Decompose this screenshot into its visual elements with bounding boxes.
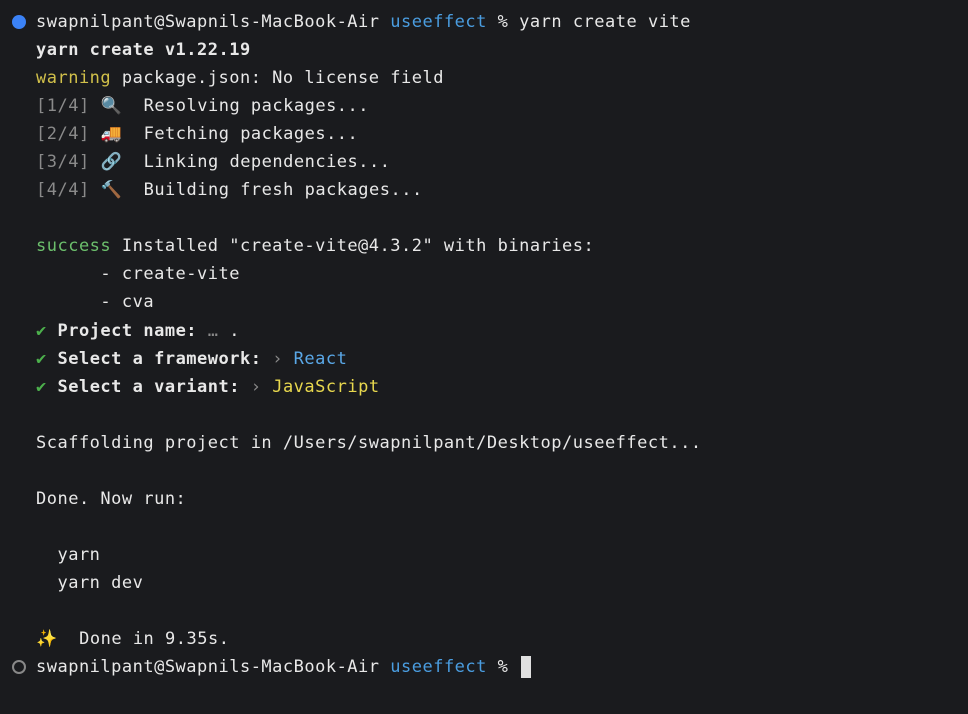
warning-text: package.json: No license field	[111, 68, 444, 88]
prompt-line-idle[interactable]: swapnilpant@Swapnils-MacBook-Air useeffe…	[12, 653, 956, 681]
binary-line: - create-vite	[12, 260, 956, 288]
prompt-variant: ✔ Select a variant: › JavaScript	[12, 373, 956, 401]
blank-line	[12, 204, 956, 232]
done-now-run: Done. Now run:	[12, 485, 956, 513]
sparkle-icon: ✨	[36, 629, 58, 649]
question-label: Project name:	[47, 321, 197, 341]
hammer-icon: 🔨	[100, 180, 122, 200]
blank-line	[12, 597, 956, 625]
cmd-suggestion: yarn	[12, 541, 956, 569]
cursor-icon	[521, 656, 531, 678]
prompt-user-host: swapnilpant@Swapnils-MacBook-Air	[36, 653, 380, 681]
check-icon: ✔	[36, 377, 47, 397]
blank-line	[12, 457, 956, 485]
prompt-symbol: %	[498, 8, 509, 36]
blank-line	[12, 513, 956, 541]
magnify-icon: 🔍	[100, 96, 122, 116]
step-text: Fetching packages...	[122, 124, 358, 144]
warning-label: warning	[36, 68, 111, 88]
question-value: JavaScript	[261, 377, 379, 397]
prompt-project-name: ✔ Project name: … .	[12, 317, 956, 345]
separator: …	[197, 321, 218, 341]
step-3: [3/4] 🔗 Linking dependencies...	[12, 148, 956, 176]
step-text: Linking dependencies...	[122, 152, 390, 172]
step-text: Building fresh packages...	[122, 180, 423, 200]
cmd-suggestion: yarn dev	[12, 569, 956, 597]
step-2: [2/4] 🚚 Fetching packages...	[12, 120, 956, 148]
terminal-output[interactable]: swapnilpant@Swapnils-MacBook-Air useeffe…	[12, 8, 956, 681]
prompt-dir: useeffect	[390, 8, 487, 36]
binary-line: - cva	[12, 288, 956, 316]
prompt-line-active: swapnilpant@Swapnils-MacBook-Air useeffe…	[12, 8, 956, 36]
check-icon: ✔	[36, 349, 47, 369]
step-text: Resolving packages...	[122, 96, 369, 116]
question-value: React	[283, 349, 347, 369]
success-line: success Installed "create-vite@4.3.2" wi…	[12, 232, 956, 260]
truck-icon: 🚚	[100, 124, 122, 144]
done-time-text: Done in 9.35s.	[58, 629, 230, 649]
link-icon: 🔗	[100, 152, 122, 172]
done-line: ✨ Done in 9.35s.	[12, 625, 956, 653]
success-text: Installed "create-vite@4.3.2" with binar…	[111, 236, 594, 256]
question-label: Select a framework:	[47, 349, 262, 369]
prompt-symbol: %	[498, 653, 509, 681]
scaffold-line: Scaffolding project in /Users/swapnilpan…	[12, 429, 956, 457]
blank-line	[12, 401, 956, 429]
question-label: Select a variant:	[47, 377, 240, 397]
step-number: [3/4]	[36, 152, 90, 172]
step-1: [1/4] 🔍 Resolving packages...	[12, 92, 956, 120]
question-value: .	[219, 321, 240, 341]
idle-indicator-icon	[12, 660, 26, 674]
step-4: [4/4] 🔨 Building fresh packages...	[12, 176, 956, 204]
step-number: [1/4]	[36, 96, 90, 116]
prompt-framework: ✔ Select a framework: › React	[12, 345, 956, 373]
separator: ›	[240, 377, 261, 397]
typed-command: yarn create vite	[519, 8, 691, 36]
prompt-user-host: swapnilpant@Swapnils-MacBook-Air	[36, 8, 380, 36]
active-indicator-icon	[12, 15, 26, 29]
separator: ›	[261, 349, 282, 369]
prompt-dir: useeffect	[390, 653, 487, 681]
warning-line: warning package.json: No license field	[12, 64, 956, 92]
yarn-version-line: yarn create v1.22.19	[12, 36, 956, 64]
step-number: [4/4]	[36, 180, 90, 200]
success-label: success	[36, 236, 111, 256]
step-number: [2/4]	[36, 124, 90, 144]
check-icon: ✔	[36, 321, 47, 341]
